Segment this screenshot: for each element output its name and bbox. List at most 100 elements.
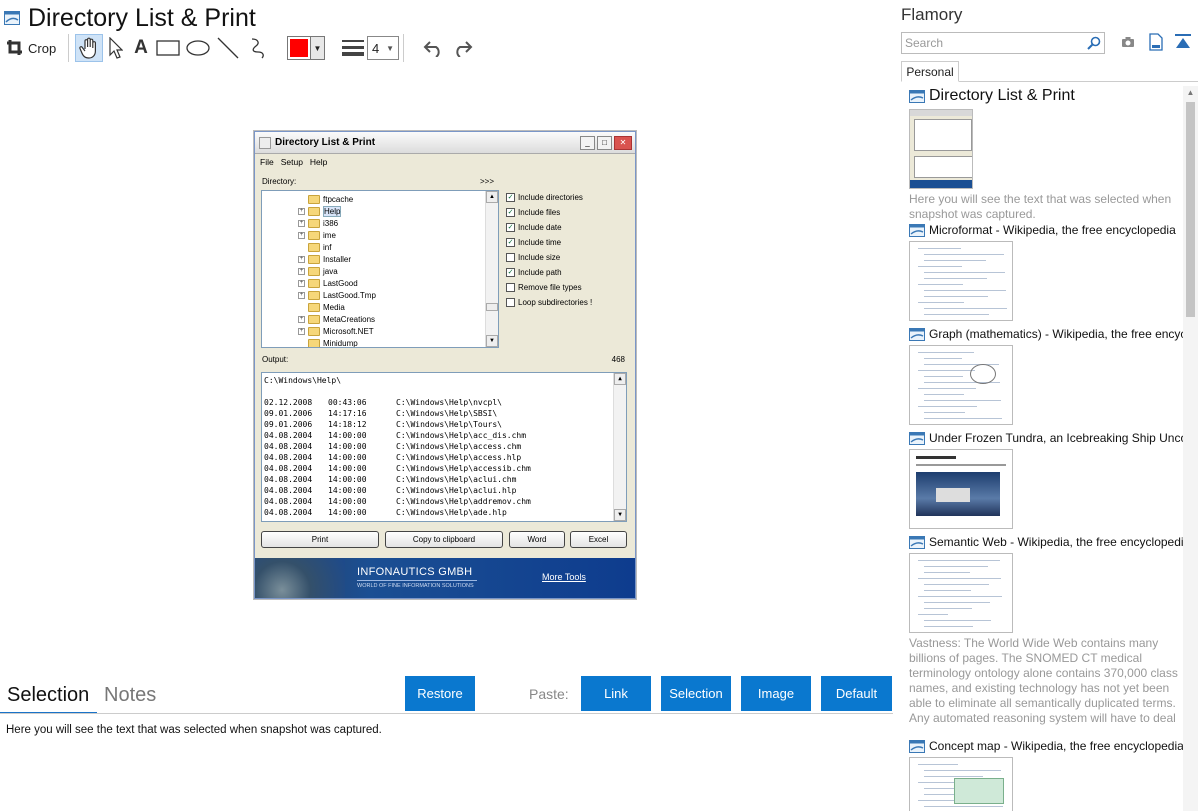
output-count: 468 [611, 355, 625, 364]
banner-company: INFONAUTICS GMBH [357, 566, 473, 578]
output-header: C:\Windows\Help\ [264, 376, 342, 385]
document-icon[interactable] [1149, 33, 1163, 51]
maximize-icon: □ [597, 135, 612, 150]
option-label: Include date [518, 223, 562, 232]
scroll-to-top-icon[interactable] [1175, 33, 1191, 51]
search-input[interactable]: Search [901, 32, 1105, 54]
directory-label: Directory: [262, 177, 297, 186]
output-time: 14:00:00 [328, 464, 367, 473]
output-text: C:\Windows\Help\ 02.12.2008 00:43:06 C:\Wi… [261, 372, 627, 522]
redo-button[interactable] [448, 35, 476, 61]
tree-item-label: Media [323, 302, 345, 312]
list-item-header: Microformat - Wikipedia, the free encycl… [909, 222, 1183, 238]
list-item[interactable]: Directory List & Print Here you will see … [909, 86, 1183, 222]
tree-item-label: java [323, 266, 338, 276]
directory-tree: ▲ ▼ ftpcache + Help + i386 + ime inf + Installer +… [261, 190, 499, 348]
menu-help: Help [309, 157, 328, 167]
output-time: 14:00:00 [328, 486, 367, 495]
tab-personal[interactable]: Personal [901, 61, 959, 82]
option-label: Loop subdirectories ! [518, 298, 593, 307]
options-list: ✓ Include directories ✓ Include files ✓ Inclu… [506, 190, 592, 310]
list-item-description: Vastness: The World Wide Web contains ma… [909, 636, 1178, 725]
crop-label: Crop [28, 40, 57, 56]
color-swatch [288, 37, 310, 59]
undo-icon [423, 41, 440, 57]
hand-tool-button[interactable] [75, 34, 103, 62]
scroll-thumb[interactable] [1186, 102, 1195, 317]
window-icon [909, 223, 925, 237]
restore-button[interactable]: Restore [405, 676, 475, 711]
scroll-down-icon: ▼ [614, 509, 626, 521]
checkbox-checked-icon: ✓ [506, 238, 515, 247]
folder-icon [308, 206, 320, 216]
list-scrollbar[interactable]: ▲ [1183, 86, 1198, 811]
search-icon[interactable] [1084, 33, 1104, 53]
flamory-sidebar: Flamory Search Personal Directory List &… [894, 0, 1198, 811]
freehand-tool-button[interactable] [243, 35, 273, 61]
expand-icon: + [298, 291, 305, 299]
snapshot-titlebar: Directory List & Print _ □ ✕ [255, 132, 635, 154]
option-label: Remove file types [518, 283, 582, 292]
checkbox-unchecked-icon [506, 283, 515, 292]
output-row: 04.08.2004 14:00:00 C:\Windows\Help\ade.hl… [264, 507, 626, 518]
list-item[interactable]: Graph (mathematics) - Wikipedia, the fre… [909, 326, 1183, 425]
option-item: ✓ Include directories [506, 190, 592, 205]
option-label: Include files [518, 208, 561, 217]
list-item[interactable]: Semantic Web - Wikipedia, the free encyc… [909, 534, 1183, 726]
snapshot-window-title: Directory List & Print [275, 137, 376, 148]
output-path: C:\Windows\Help\addremov.chm [396, 497, 531, 506]
output-time: 14:18:12 [328, 420, 367, 429]
list-item-thumbnail [909, 449, 1013, 529]
tree-item: Minidump [298, 337, 358, 347]
output-date: 04.08.2004 [264, 497, 313, 506]
output-date: 04.08.2004 [264, 508, 313, 517]
list-item-title: Graph (mathematics) - Wikipedia, the fre… [929, 327, 1183, 341]
tree-item: + LastGood [298, 277, 358, 289]
text-tool-button[interactable]: A [129, 35, 153, 61]
line-width-select[interactable]: 4 ▼ [367, 36, 399, 60]
window-icon [909, 327, 925, 341]
folder-icon [308, 254, 320, 264]
tree-item: + Microsoft.NET [298, 325, 374, 337]
camera-icon[interactable] [1121, 35, 1135, 49]
expand-icon: + [298, 327, 305, 335]
checkbox-checked-icon: ✓ [506, 268, 515, 277]
tree-scrollbar: ▲ ▼ [485, 191, 498, 347]
list-item-title: Concept map - Wikipedia, the free encycl… [929, 739, 1183, 753]
paste-link-button[interactable]: Link [581, 676, 651, 711]
tree-item-label: LastGood [323, 278, 358, 288]
undo-button[interactable] [420, 35, 448, 61]
folder-icon [308, 302, 320, 312]
tab-divider [0, 713, 893, 714]
ellipse-tool-button[interactable] [183, 35, 213, 61]
paste-image-button[interactable]: Image [741, 676, 811, 711]
list-item-description: Here you will see the text that was sele… [909, 192, 1172, 221]
menu-file: File [260, 157, 274, 167]
scroll-up-icon: ▲ [486, 191, 498, 203]
more-tools-link: More Tools [542, 572, 586, 582]
paste-default-button[interactable]: Default [821, 676, 892, 711]
list-item[interactable]: Microformat - Wikipedia, the free encycl… [909, 222, 1183, 321]
window-icon [4, 11, 20, 25]
paste-selection-button[interactable]: Selection [661, 676, 731, 711]
snapshot-menubar: File Setup Help [255, 154, 635, 170]
window-icon [909, 739, 925, 753]
folder-icon [308, 218, 320, 228]
list-item[interactable]: Under Frozen Tundra, an Icebreaking Ship… [909, 430, 1183, 529]
list-item-header: Under Frozen Tundra, an Icebreaking Ship… [909, 430, 1183, 446]
list-item[interactable]: Concept map - Wikipedia, the free encycl… [909, 738, 1183, 811]
selection-text[interactable]: Here you will see the text that was sele… [6, 724, 382, 736]
rectangle-tool-button[interactable] [153, 35, 183, 61]
list-item-header: Semantic Web - Wikipedia, the free encyc… [909, 534, 1183, 550]
tab-selection[interactable]: Selection [7, 684, 89, 707]
redo-icon [456, 41, 473, 57]
output-row: 04.08.2004 14:00:00 C:\Windows\Help\addrem… [264, 496, 626, 507]
crop-button[interactable]: Crop [6, 35, 64, 61]
chevron-up-icon[interactable]: ▲ [1183, 86, 1198, 100]
select-tool-button[interactable] [103, 35, 129, 61]
color-picker[interactable]: ▼ [287, 36, 325, 60]
output-date: 04.08.2004 [264, 475, 313, 484]
line-tool-button[interactable] [213, 35, 243, 61]
tab-notes[interactable]: Notes [104, 684, 156, 707]
tree-item: inf [298, 241, 331, 253]
